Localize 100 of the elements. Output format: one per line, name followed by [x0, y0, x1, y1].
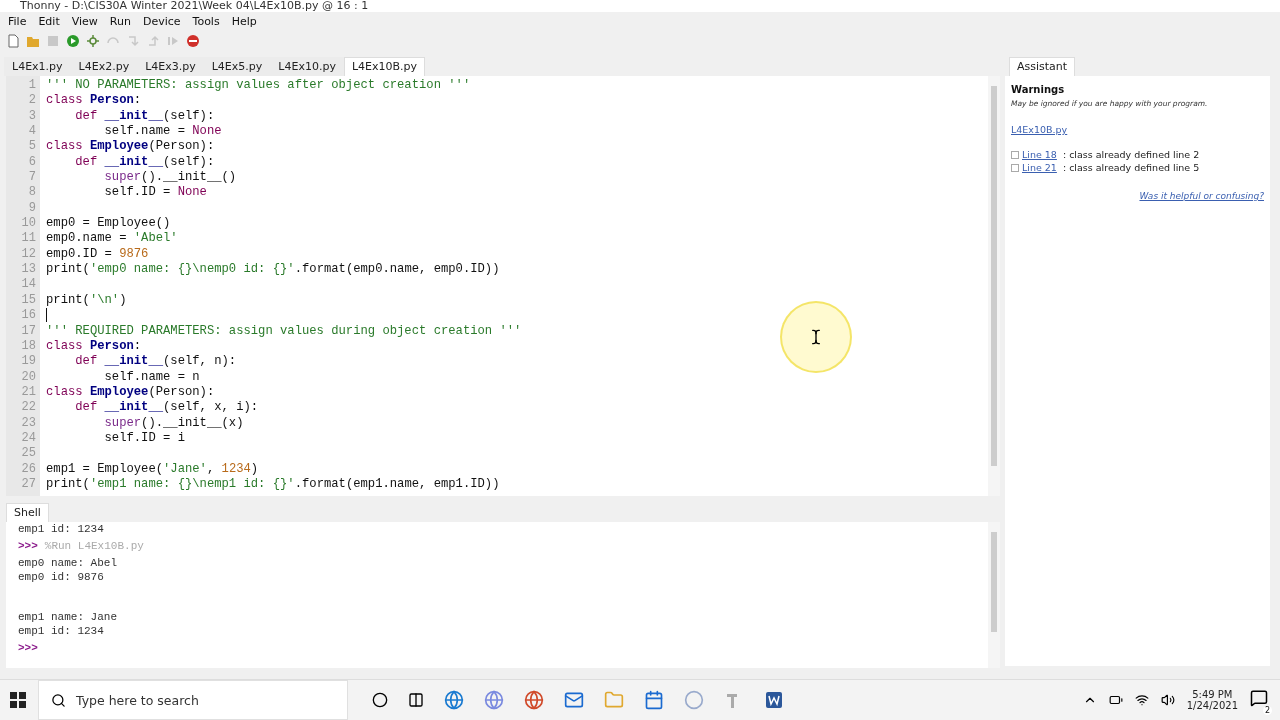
clock-time: 5:49 PM [1192, 689, 1233, 700]
feedback-link[interactable]: Was it helpful or confusing? [1139, 191, 1264, 201]
line-number: 25 [20, 446, 37, 462]
bug-icon[interactable] [86, 34, 100, 48]
code-line: print('emp0 name: {}\nemp0 id: {}'.format(emp0.name, emp0.ID)) [46, 262, 500, 278]
shell-panel[interactable]: emp1 id: 1234 >>> %Run L4Ex10B.py emp0 name: Abel emp0 id: 9876 emp1 name: Jane emp1 id: 1234 >>> [6, 522, 1000, 668]
line-number: 2 [27, 93, 37, 109]
editor-tab[interactable]: L4Ex5.py [203, 57, 271, 76]
code-line: class Person: [46, 93, 142, 109]
editor-tab[interactable]: L4Ex1.py [4, 57, 71, 76]
line-number: 4 [27, 124, 37, 140]
menu-item[interactable]: View [65, 14, 104, 28]
line-number: 12 [20, 246, 37, 263]
menu-item[interactable]: Edit [32, 14, 66, 28]
windows-logo-icon[interactable] [10, 692, 26, 708]
code-line: self.name = None [103, 124, 222, 140]
assistant-tab[interactable]: Assistant [1009, 57, 1076, 76]
warnings-heading: Warnings [1011, 84, 1066, 95]
shell-output: emp0 id: 9876 [18, 571, 104, 583]
editor-tab[interactable]: L4Ex10.py [270, 57, 344, 76]
code-line: emp0.name = 'Abel' [46, 231, 178, 247]
line-number: 11 [20, 231, 37, 247]
code-line: print('\n') [46, 292, 127, 309]
volume-icon[interactable] [1160, 693, 1175, 707]
line-number: 26 [20, 461, 37, 477]
code-line: emp1 = Employee('Jane', 1234) [46, 461, 259, 477]
code-line: ''' NO PARAMETERS: assign values after object creation ''' [46, 78, 471, 94]
line-number: 10 [20, 216, 37, 232]
code-line: emp0.ID = 9876 [46, 246, 149, 263]
mail-icon[interactable] [564, 690, 584, 710]
line-number: 24 [20, 430, 37, 447]
code-line: print('emp1 name: {}\nemp1 id: {}'.format(emp1.name, emp1.ID)) [46, 476, 500, 493]
code-editor[interactable] [6, 76, 1000, 496]
line-number: 23 [20, 415, 37, 431]
line-number: 17 [20, 323, 37, 339]
new-file-icon[interactable] [6, 34, 20, 48]
line-number: 8 [27, 185, 37, 201]
folder-icon[interactable] [26, 34, 40, 48]
code-line: self.name = n [103, 369, 200, 385]
code-line: class Employee(Person): [46, 384, 215, 401]
line-number: 14 [20, 277, 37, 293]
line-link[interactable]: Line 21 [1022, 162, 1057, 173]
wifi-icon[interactable] [1134, 693, 1149, 707]
notification-icon[interactable] [1250, 689, 1268, 707]
line-number: 9 [27, 200, 37, 217]
document-icon[interactable] [764, 690, 784, 710]
code-line: self.ID = i [103, 430, 185, 447]
task-view-icon[interactable] [408, 692, 424, 708]
shell-prompt: >>> [18, 540, 38, 552]
notification-count: 2 [1262, 706, 1272, 715]
menu-item[interactable]: Help [225, 14, 263, 28]
line-number: 6 [27, 154, 37, 171]
line-number: 16 [20, 308, 37, 324]
search-field[interactable]: Type here to search [38, 680, 348, 720]
shell-prompt: >>> [18, 642, 38, 654]
line-number: 22 [20, 400, 37, 416]
scrollbar[interactable] [988, 76, 1000, 496]
code-line: def __init__(self): [74, 108, 215, 125]
run-icon[interactable] [66, 34, 80, 48]
menu-item[interactable]: Run [103, 14, 137, 28]
folder-icon[interactable] [604, 690, 624, 710]
search-icon [51, 692, 66, 708]
warning-text: : class already defined line 5 [1061, 162, 1200, 173]
editor-tab[interactable]: L4Ex3.py [137, 57, 204, 76]
line-number: 1 [27, 78, 37, 94]
browser-icon[interactable] [444, 690, 464, 710]
line-number: 13 [20, 262, 37, 278]
code-line: emp0 = Employee() [46, 216, 171, 232]
line-number: 5 [27, 139, 37, 155]
line-link[interactable]: Line 18 [1022, 149, 1057, 160]
shell-output: emp0 name: Abel [18, 557, 118, 569]
code-line: def __init__(self, n): [74, 354, 237, 370]
globe-icon[interactable] [524, 690, 544, 710]
scrollbar[interactable] [988, 522, 1000, 668]
code-line: class Employee(Person): [46, 139, 215, 155]
code-line: def __init__(self, x, i): [74, 400, 259, 416]
code-line: self.ID = None [103, 185, 207, 201]
code-line: super().__init__(x) [103, 415, 244, 431]
line-number: 19 [20, 354, 37, 370]
menu-item[interactable]: File [2, 14, 33, 28]
code-line: super().__init__() [103, 170, 237, 186]
stop-icon[interactable] [186, 34, 200, 48]
battery-icon[interactable] [1108, 693, 1123, 707]
menu-item[interactable]: Device [136, 14, 187, 28]
editor-tab[interactable]: L4Ex2.py [70, 57, 138, 76]
line-number: 20 [20, 369, 37, 385]
clock-date: 1/24/2021 [1186, 700, 1238, 711]
warning-text: : class already defined line 2 [1061, 149, 1200, 160]
line-number: 21 [20, 384, 37, 401]
menu-item[interactable]: Tools [186, 14, 226, 28]
calendar-icon[interactable] [644, 690, 664, 710]
line-number: 7 [27, 170, 37, 186]
code-line: ''' REQUIRED PARAMETERS: assign values during object creation ''' [46, 323, 522, 339]
editor-tab[interactable]: L4Ex10B.py [343, 57, 425, 76]
window-title: Thonny - D:\CIS30A Winter 2021\Week 04\L4Ex10B.py @ 16 : 1 [0, 0, 1280, 12]
shell-output: emp1 id: 1234 [18, 523, 104, 535]
line-number: 18 [20, 338, 37, 355]
file-link[interactable]: L4Ex10B.py [1011, 124, 1068, 135]
circle-icon[interactable] [372, 692, 388, 708]
shell-tab[interactable]: Shell [6, 503, 49, 522]
